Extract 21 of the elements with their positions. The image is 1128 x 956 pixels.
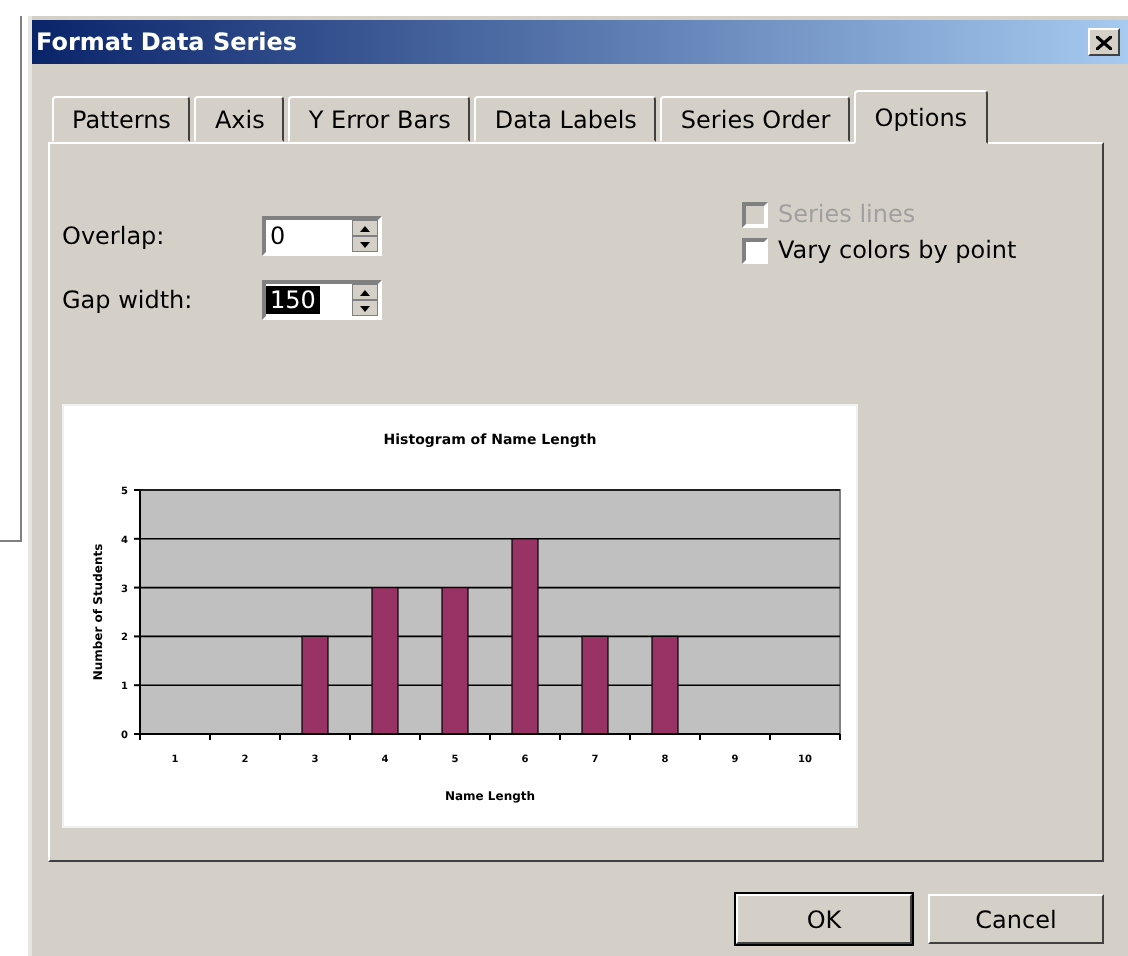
checkbox-label: Vary colors by point (778, 236, 1017, 264)
dialog-button[interactable]: Cancel (928, 894, 1104, 944)
down-arrow-icon[interactable] (352, 300, 378, 316)
dialog-button[interactable]: OK (736, 894, 912, 944)
tab[interactable]: Options (854, 90, 988, 144)
close-button[interactable] (1088, 28, 1120, 56)
window-title: Format Data Series (36, 28, 298, 56)
down-arrow-icon[interactable] (352, 236, 378, 252)
field-label: Overlap: (62, 222, 167, 250)
tab[interactable]: Data Labels (474, 96, 657, 142)
tab[interactable]: Y Error Bars (288, 96, 471, 142)
field-label: Gap width: (62, 286, 195, 314)
checkbox[interactable] (742, 237, 768, 263)
spin-field[interactable]: 150 (262, 280, 382, 320)
tab[interactable]: Patterns (52, 96, 191, 142)
tab[interactable]: Series Order (660, 96, 851, 142)
up-arrow-icon[interactable] (352, 220, 378, 236)
up-arrow-icon[interactable] (352, 284, 378, 300)
close-icon (1096, 35, 1112, 49)
spin-field[interactable]: 0 (262, 216, 382, 256)
tab[interactable]: Axis (194, 96, 285, 142)
